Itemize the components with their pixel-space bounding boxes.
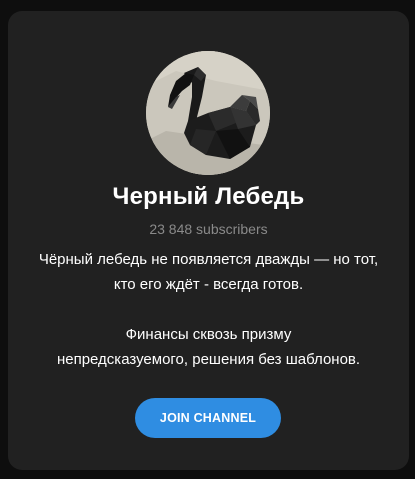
channel-description: Чёрный лебедь не появляется дважды — но …	[18, 247, 399, 297]
black-swan-icon	[146, 51, 270, 175]
description-line: Финансы сквозь призму	[125, 326, 292, 343]
description-line: непредсказуемого, решения без шаблонов.	[56, 351, 361, 368]
channel-description-secondary: Финансы сквозь призму непредсказуемого, …	[18, 322, 399, 372]
subscriber-count: 23 848 subscribers	[149, 221, 268, 237]
join-channel-button[interactable]: JOIN CHANNEL	[135, 398, 281, 438]
channel-avatar	[146, 51, 270, 175]
description-line: кто его ждёт - всегда готов.	[113, 276, 304, 293]
channel-name: Черный Лебедь	[112, 183, 305, 210]
description-line: Чёрный лебедь не появляется дважды — но …	[38, 251, 379, 268]
channel-card: Черный Лебедь 23 848 subscribers Чёрный …	[8, 11, 409, 470]
